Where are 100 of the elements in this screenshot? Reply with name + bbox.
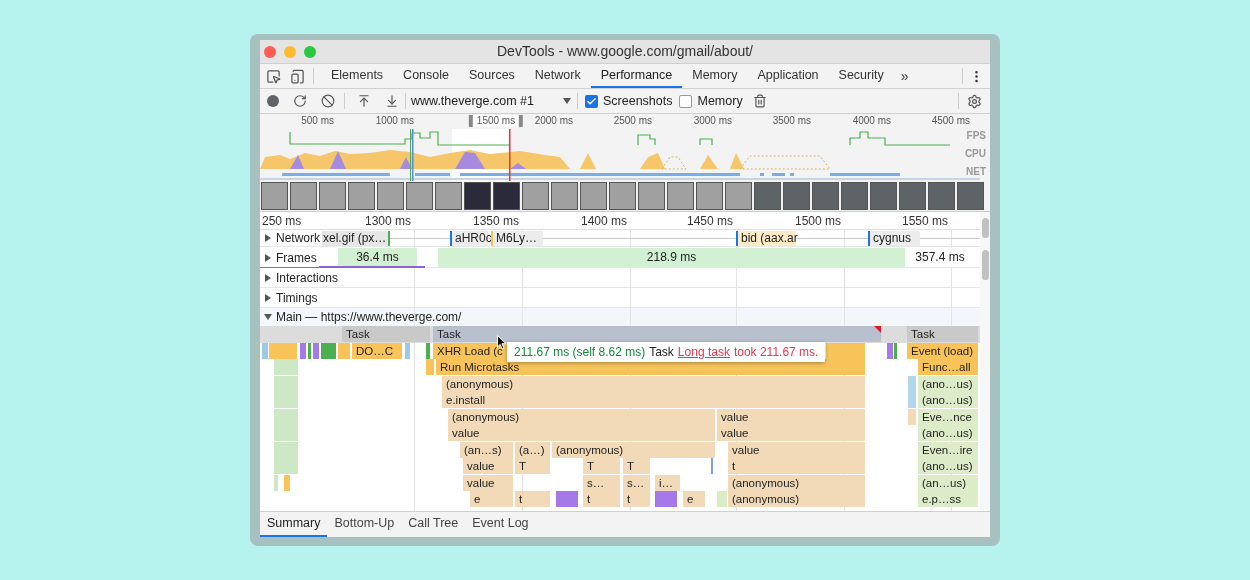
flame-block[interactable]: t (728, 458, 865, 474)
details-tab[interactable]: Summary (260, 512, 328, 537)
flame-block[interactable]: (a…) (515, 441, 550, 458)
flame-block[interactable]: value (717, 408, 865, 425)
checkbox[interactable] (679, 94, 693, 108)
device-toolbar-icon[interactable] (290, 68, 305, 84)
flame-block[interactable]: (ano…us) (918, 375, 978, 392)
checkbox[interactable] (585, 94, 598, 108)
window-title: DevTools - www.google.com/gmail/about/ (497, 42, 753, 61)
flame-block[interactable]: s… (583, 474, 620, 491)
flame-block[interactable]: Func…all (918, 359, 978, 375)
flame-block (274, 441, 298, 458)
flame-block[interactable]: (anonymous) (728, 491, 865, 507)
flame-block[interactable]: T (583, 458, 620, 474)
flame-block[interactable]: (ano…us) (918, 425, 978, 441)
flame-block[interactable]: (anonymous) (442, 375, 865, 392)
more-tabs-button[interactable]: » (897, 65, 912, 87)
flame-block (313, 342, 319, 359)
flame-block[interactable]: (ano…us) (918, 392, 978, 408)
flame-block[interactable]: value (717, 425, 865, 441)
clear-icon[interactable] (321, 94, 335, 108)
flame-block (717, 491, 727, 507)
flame-block[interactable]: e.install (442, 392, 865, 408)
flame-block (405, 342, 410, 359)
flame-block[interactable]: (anonymous) (552, 441, 715, 458)
flame-block[interactable]: Eve…nce (918, 408, 978, 425)
screenshot-thumbnail (754, 182, 781, 210)
flame-block (308, 342, 311, 359)
ruler-label: 1000 ms (375, 115, 415, 127)
flame-block[interactable]: Task (342, 326, 430, 342)
ruler-label: 500 ms (301, 115, 335, 127)
scrollbar[interactable] (980, 212, 990, 511)
flame-block[interactable]: value (448, 425, 715, 441)
frame-bar[interactable]: 218.9 ms (438, 248, 905, 267)
screenshot-thumbnail (290, 182, 317, 210)
details-tab[interactable]: Call Tree (401, 512, 466, 537)
flame-block (274, 408, 298, 425)
flame-block[interactable]: (ano…us) (918, 458, 978, 474)
flame-block[interactable]: (anonymous) (448, 408, 715, 425)
network-request-bar[interactable]: bid (aax.ar (736, 231, 796, 246)
network-request-bar[interactable]: M6Ly… (491, 231, 543, 246)
screenshot-thumbnail (783, 182, 810, 210)
flame-block[interactable]: value (463, 458, 513, 474)
caret-icon[interactable] (264, 253, 272, 262)
details-tab[interactable]: Bottom-Up (327, 512, 402, 537)
panel-tab[interactable]: Memory (682, 64, 748, 88)
caret-icon[interactable] (264, 273, 272, 282)
caret-icon[interactable] (264, 234, 272, 242)
record-icon[interactable] (267, 95, 279, 107)
trash-icon[interactable] (752, 94, 767, 108)
flame-block[interactable]: T (515, 458, 550, 474)
flame-block[interactable]: i… (655, 474, 680, 491)
track-label: Timings (276, 289, 318, 307)
caret-icon[interactable] (264, 313, 272, 321)
ruler-label: 4500 ms (931, 115, 971, 127)
details-tab[interactable]: Event Log (465, 512, 536, 537)
flame-block[interactable]: t (623, 491, 650, 507)
download-icon[interactable] (385, 94, 399, 108)
task-name: Task (649, 344, 674, 361)
reload-icon[interactable] (293, 94, 307, 108)
track-label: Interactions (276, 269, 339, 287)
flame-block[interactable]: Task (433, 326, 881, 342)
panel-tab[interactable]: Sources (459, 64, 525, 88)
panel-tab[interactable]: Security (828, 64, 894, 88)
screenshot-thumbnail (319, 182, 346, 210)
track-header[interactable]: Network (260, 230, 322, 246)
flame-block[interactable]: e.p…ss (918, 491, 978, 507)
profile-select[interactable]: www.theverge.com #1 (411, 91, 571, 111)
screenshot-thumbnail (580, 182, 607, 210)
flame-block[interactable]: Even…ire (918, 441, 978, 458)
panel-tab[interactable]: Console (393, 64, 459, 88)
ruler-label: 1350 ms (472, 214, 520, 228)
long-task-link[interactable]: Long task (677, 343, 730, 361)
ruler-label: 250 ms (262, 214, 302, 228)
flame-block[interactable]: value (728, 441, 865, 458)
network-request-bar[interactable]: xel.gif (px… (320, 231, 390, 246)
caret-icon[interactable] (264, 293, 272, 302)
flame-block[interactable]: value (463, 474, 513, 491)
track-label: Network (276, 230, 320, 247)
element-picker-icon[interactable] (266, 68, 281, 84)
screenshot-thumbnail (957, 182, 984, 210)
network-request-bar[interactable]: cygnus (868, 231, 920, 246)
panel-tab[interactable]: Application (747, 64, 829, 88)
ruler-label: 1400 ms (580, 214, 628, 228)
flame-block[interactable]: (an…us) (918, 474, 978, 491)
flame-block (274, 375, 298, 392)
ruler-label: 3000 ms (693, 115, 733, 127)
upload-icon[interactable] (357, 94, 371, 108)
flame-block[interactable]: T (623, 458, 650, 474)
flame-block[interactable]: t (583, 491, 620, 507)
flame-block[interactable]: e (683, 491, 705, 507)
panel-tab[interactable]: Elements (321, 64, 394, 88)
flame-block[interactable]: s… (623, 474, 650, 491)
flame-block[interactable]: (an…s) (460, 441, 513, 458)
settings-icon[interactable] (967, 93, 982, 109)
flame-block[interactable]: e (470, 491, 513, 507)
panel-tab[interactable]: Network (524, 64, 591, 88)
flame-block[interactable]: (anonymous) (728, 474, 865, 491)
flame-block[interactable]: t (515, 491, 550, 507)
flame-block[interactable]: Task (907, 326, 978, 342)
